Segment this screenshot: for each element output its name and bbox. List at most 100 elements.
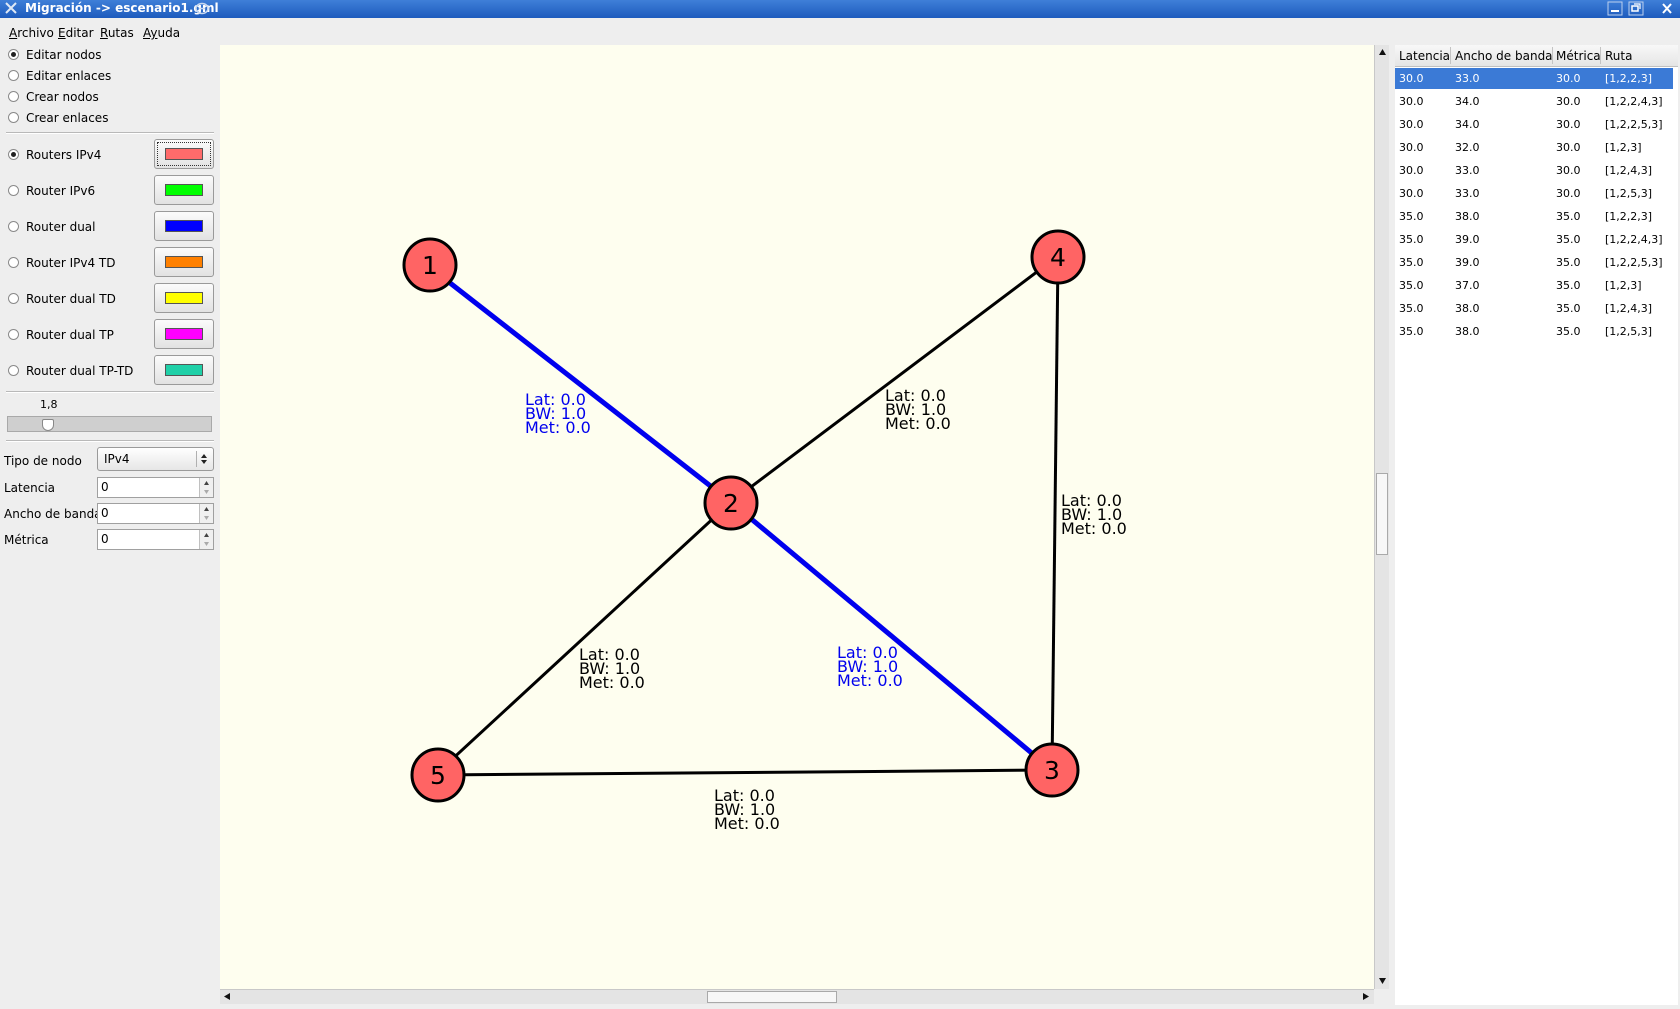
color-button-dual[interactable] [154,211,214,241]
network-graph[interactable]: Lat: 0.0 BW: 1.0 Met: 0.0 Lat: 0.0 BW: 1… [220,45,1374,989]
close-icon[interactable] [1659,1,1675,16]
color-button-ipv4-td[interactable] [154,247,214,277]
router-type-label: Router IPv4 TD [26,256,116,270]
route-cell-ruta: [1,2,5,3] [1605,325,1653,338]
color-button-dual-td[interactable] [154,283,214,313]
route-row[interactable]: 30.0 33.0 30.0 [1,2,4,3] [1395,160,1673,181]
route-row[interactable]: 30.0 33.0 30.0 [1,2,5,3] [1395,183,1673,204]
column-divider[interactable] [1552,47,1553,64]
menu-ayuda[interactable]: Ayuda [143,26,180,40]
edge-5-3[interactable] [434,768,1053,777]
edge-met: Met: 0.0 [579,673,645,692]
mode-crear-nodos[interactable]: Crear nodos [8,88,218,106]
router-type-label: Routers IPv4 [26,148,102,162]
radio-button[interactable] [8,149,19,160]
edge-label-5-3: Lat: 0.0 BW: 1.0 Met: 0.0 [714,786,780,833]
color-button-dual-tp[interactable] [154,319,214,349]
column-header-metrica[interactable]: Métrica [1556,49,1601,63]
route-row[interactable]: 35.0 39.0 35.0 [1,2,2,4,3] [1395,229,1673,250]
edge-met: Met: 0.0 [837,671,903,690]
radio-button[interactable] [8,293,19,304]
vertical-scroll-thumb[interactable] [1376,473,1388,555]
radio-button[interactable] [8,221,19,232]
latency-spinbox[interactable]: 0 [97,477,214,498]
radio-button[interactable] [8,112,19,123]
route-row[interactable]: 35.0 38.0 35.0 [1,2,5,3] [1395,321,1673,342]
route-row[interactable]: 35.0 39.0 35.0 [1,2,2,5,3] [1395,252,1673,273]
title-bar[interactable]: Migración -> escenario1.gml [0,0,1680,18]
bandwidth-spinbox[interactable]: 0 [97,503,214,524]
color-button-ipv4[interactable] [154,139,214,169]
route-cell-ancho: 33.0 [1455,187,1480,200]
route-row[interactable]: 30.0 32.0 30.0 [1,2,3] [1395,137,1673,158]
radio-button[interactable] [8,365,19,376]
edge-label-1-2: Lat: 0.0 BW: 1.0 Met: 0.0 [525,390,591,437]
node-5[interactable]: 5 [410,747,466,803]
route-cell-ancho: 34.0 [1455,95,1480,108]
node-2[interactable]: 2 [703,475,759,531]
route-cell-ruta: [1,2,2,5,3] [1605,256,1663,269]
menu-ayuda-label: uda [157,26,181,40]
mode-editar-nodos[interactable]: Editar nodos [8,46,218,64]
mode-crear-enlaces[interactable]: Crear enlaces [8,109,218,127]
edge-4-3[interactable] [1050,255,1060,771]
route-cell-metrica: 30.0 [1556,141,1581,154]
route-cell-latencia: 35.0 [1399,279,1424,292]
edge-1-2[interactable] [425,263,733,504]
zoom-slider-handle[interactable] [42,419,54,431]
route-row[interactable]: 30.0 34.0 30.0 [1,2,2,5,3] [1395,114,1673,135]
edge-2-5[interactable] [433,500,733,777]
route-cell-metrica: 30.0 [1556,164,1581,177]
radio-button[interactable] [8,91,19,102]
routes-table[interactable]: Latencia Ancho de banda Métrica Ruta 30.… [1395,45,1678,1005]
zoom-slider[interactable] [7,416,212,432]
route-cell-ruta: [1,2,3] [1605,279,1642,292]
radio-button[interactable] [8,70,19,81]
menu-icon[interactable] [195,2,209,15]
radio-button[interactable] [8,257,19,268]
node-4[interactable]: 4 [1030,229,1086,285]
route-row[interactable]: 35.0 37.0 35.0 [1,2,3] [1395,275,1673,296]
column-header-latencia[interactable]: Latencia [1399,49,1450,63]
scroll-down-icon[interactable] [1376,974,1389,987]
spin-arrows-icon[interactable] [199,504,213,523]
column-divider[interactable] [1600,47,1601,64]
color-button-ipv6[interactable] [154,175,214,205]
edge-2-4[interactable] [730,254,1059,504]
node-3[interactable]: 3 [1024,742,1080,798]
column-divider[interactable] [1450,47,1451,64]
route-row[interactable]: 35.0 38.0 35.0 [1,2,4,3] [1395,298,1673,319]
menu-editar[interactable]: Editar [58,26,94,40]
scroll-left-icon[interactable] [221,990,234,1003]
menu-rutas[interactable]: Rutas [100,26,134,40]
radio-button[interactable] [8,329,19,340]
route-row[interactable]: 30.0 34.0 30.0 [1,2,2,4,3] [1395,91,1673,112]
bandwidth-label: Ancho de banda [4,507,102,521]
radio-button[interactable] [8,49,19,60]
color-button-dual-tp-td[interactable] [154,355,214,385]
radio-button[interactable] [8,185,19,196]
edge-2-3[interactable] [729,500,1054,772]
spin-arrows-icon[interactable] [199,530,213,549]
canvas-horizontal-scrollbar[interactable] [220,989,1374,1004]
horizontal-scroll-thumb[interactable] [707,991,837,1003]
column-header-ancho[interactable]: Ancho de banda [1455,49,1553,63]
separator [6,132,214,134]
maximize-icon[interactable] [1628,1,1644,16]
scroll-right-icon[interactable] [1359,990,1372,1003]
menu-archivo[interactable]: Archivo [9,26,54,40]
route-row[interactable]: 35.0 38.0 35.0 [1,2,2,3] [1395,206,1673,227]
node-type-select[interactable]: IPv4 [97,447,214,471]
canvas-vertical-scrollbar[interactable] [1374,45,1389,989]
column-header-ruta[interactable]: Ruta [1605,49,1632,63]
route-cell-ancho: 34.0 [1455,118,1480,131]
node-1[interactable]: 1 [402,237,458,293]
route-row[interactable]: 30.0 33.0 30.0 [1,2,2,3] [1395,68,1673,89]
scroll-up-icon[interactable] [1376,46,1389,59]
metric-spinbox[interactable]: 0 [97,529,214,550]
zoom-value: 1,8 [40,398,58,411]
minimize-icon[interactable] [1607,1,1623,16]
spin-arrows-icon[interactable] [199,478,213,497]
separator [6,440,214,442]
mode-editar-enlaces[interactable]: Editar enlaces [8,67,218,85]
